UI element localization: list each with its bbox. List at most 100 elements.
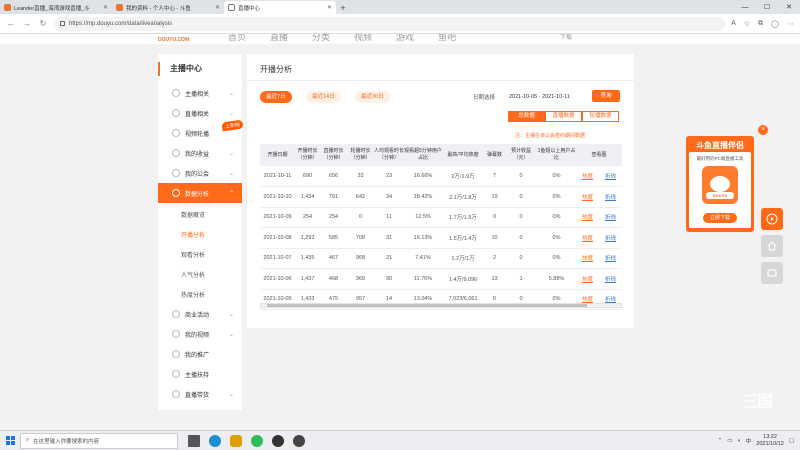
close-tab-icon[interactable]: ✕ — [103, 4, 108, 11]
tab-live-data[interactable]: 直播数据 — [545, 111, 582, 122]
notification-icon[interactable]: ▢ — [789, 438, 794, 444]
tab-total-data[interactable]: 总数据 — [508, 111, 545, 122]
play-video-icon[interactable] — [761, 208, 783, 230]
table-cell: 12.5% — [404, 207, 442, 228]
heat-chart-link[interactable]: 热度 — [576, 186, 599, 208]
sidebar-item-guild[interactable]: 我的公会 ⌄ — [158, 163, 242, 183]
profile-icon[interactable]: ◯ — [771, 20, 779, 28]
table-cell: 0% — [537, 248, 576, 269]
new-tab-button[interactable]: + — [336, 1, 350, 14]
sidebar-item-income[interactable]: 我的收益 ⌄ — [158, 143, 242, 163]
browser-tab[interactable]: 我的资料 - 个人中心 - 斗鱼 ✕ — [112, 1, 224, 14]
sidebar-item-promotion[interactable]: 我的推广 — [158, 344, 242, 364]
range-30-days-button[interactable]: 最近30日 — [355, 91, 390, 103]
column-header: 轮播时长（分钟） — [347, 144, 374, 166]
heat-chart-link[interactable]: 热度 — [576, 166, 599, 187]
home-icon[interactable] — [761, 235, 783, 257]
table-cell: 2.1万/1.8万 — [442, 186, 484, 208]
nav-item[interactable]: 视频 — [354, 34, 372, 43]
volume-icon[interactable]: ◖ — [737, 438, 740, 444]
promo-body: 最好用的PC端直播工具 DOUYU 立即下载 — [689, 152, 751, 228]
promo-close-button[interactable]: × — [758, 125, 768, 135]
table-cell: 33 — [347, 166, 374, 187]
feedback-icon[interactable] — [761, 262, 783, 284]
range-7-days-button[interactable]: 最近7日 — [260, 91, 292, 103]
horizontal-scrollbar[interactable] — [260, 303, 622, 308]
table-cell: 0% — [537, 207, 576, 228]
file-explorer-icon[interactable] — [230, 434, 242, 447]
sidebar-item-my-videos[interactable]: 我的视频 ⌄ — [158, 324, 242, 344]
line-chart-link[interactable]: 折线 — [599, 166, 623, 187]
line-chart-link[interactable]: 折线 — [599, 186, 623, 208]
nav-item[interactable]: 直播 — [270, 34, 288, 43]
tray-chevron-icon[interactable]: ⌃ — [718, 438, 723, 444]
chevron-down-icon: ⌄ — [228, 170, 234, 177]
range-14-days-button[interactable]: 最近14日 — [306, 91, 341, 103]
nav-item[interactable]: 游戏 — [396, 34, 414, 43]
minimize-button[interactable]: — — [734, 0, 756, 14]
line-chart-link[interactable]: 折线 — [599, 227, 623, 249]
query-button[interactable]: 查询 — [592, 90, 620, 102]
spotify-icon[interactable] — [251, 434, 263, 447]
heat-chart-link[interactable]: 热度 — [576, 207, 599, 228]
sidebar-subitem-overview[interactable]: 数据概览 — [158, 204, 242, 224]
sidebar-item-business[interactable]: 商业活动 ⌄ — [158, 304, 242, 324]
reload-icon[interactable]: ↻ — [38, 19, 48, 28]
close-tab-icon[interactable]: ✕ — [327, 4, 332, 11]
more-menu-icon[interactable]: ⋯ — [787, 20, 794, 28]
forward-icon[interactable]: → — [22, 19, 32, 28]
nav-item[interactable]: 鱼吧 — [438, 34, 456, 43]
sidebar-subitem-heat-analysis[interactable]: 热度分析 — [158, 284, 242, 304]
sidebar-item-anchor[interactable]: 主播相关 ⌄ — [158, 83, 242, 103]
table-cell: 2021-10-07 — [260, 248, 295, 269]
task-view-icon[interactable] — [188, 434, 200, 447]
table-cell: 708 — [347, 227, 374, 249]
clock[interactable]: 13:22 2021/10/12 — [756, 434, 784, 448]
collections-icon[interactable]: ⧉ — [758, 20, 763, 28]
table-cell: 18.42% — [404, 186, 442, 208]
date-range-input[interactable]: 2021-10-05 - 2021-10-11 — [509, 92, 570, 102]
live-companion-promo[interactable]: 斗鱼直播伴侣 最好用的PC端直播工具 DOUYU 立即下载 — [686, 136, 754, 232]
nav-item[interactable]: 分类 — [312, 34, 330, 43]
address-bar[interactable]: https://mp.douyu.com/data/liveanalysis — [54, 16, 726, 31]
back-icon[interactable]: ← — [6, 19, 16, 28]
sidebar-item-support[interactable]: 主播扶持 — [158, 364, 242, 384]
line-chart-link[interactable]: 折线 — [599, 248, 623, 269]
taskbar-search-input[interactable]: ⌕ 在这里输入你要搜索的内容 — [20, 432, 178, 449]
browser-tab[interactable]: Leander直播_海湾游戏直播_斗 ✕ — [0, 1, 112, 14]
scrollbar-thumb[interactable] — [267, 304, 587, 307]
wallet-icon — [172, 149, 180, 157]
promo-download-button[interactable]: 立即下载 — [703, 213, 737, 223]
close-tab-icon[interactable]: ✕ — [215, 4, 220, 11]
heat-chart-link[interactable]: 热度 — [576, 268, 599, 290]
heat-chart-link[interactable]: 热度 — [576, 227, 599, 249]
obs-icon[interactable] — [272, 434, 284, 447]
sidebar-item-live-commerce[interactable]: 直播带货 ⌄ — [158, 384, 242, 404]
table-cell: 254 — [320, 207, 347, 228]
sidebar-subitem-viewing-analysis[interactable]: 观看分析 — [158, 244, 242, 264]
sidebar-subitem-stream-analysis[interactable]: 开播分析 — [158, 224, 242, 244]
network-icon[interactable]: ▭ — [727, 438, 732, 444]
line-chart-link[interactable]: 折线 — [599, 268, 623, 290]
mic-icon — [172, 89, 180, 97]
sidebar-item-data-analysis[interactable]: 数据分析 ⌃ — [158, 183, 242, 203]
column-header: 弹幕数 — [484, 144, 505, 166]
download-link[interactable]: 下载 — [560, 34, 572, 41]
business-icon — [172, 310, 180, 318]
tab-carousel-data[interactable]: 轮播数据 — [582, 111, 619, 122]
browser-tab-active[interactable]: 直播中心 ✕ — [224, 1, 336, 14]
heat-chart-link[interactable]: 热度 — [576, 248, 599, 269]
sidebar-subitem-popularity-analysis[interactable]: 人气分析 — [158, 264, 242, 284]
read-aloud-icon[interactable]: A — [731, 20, 736, 28]
windows-start-icon[interactable] — [0, 431, 20, 450]
douyu-logo[interactable]: DOUYU.COM — [158, 34, 198, 44]
maximize-button[interactable]: ☐ — [756, 0, 778, 14]
nav-item[interactable]: 首页 — [228, 34, 246, 43]
input-method-icon[interactable]: 中 — [746, 437, 752, 445]
close-window-button[interactable]: ✕ — [778, 0, 800, 14]
app-icon[interactable] — [293, 434, 305, 447]
line-chart-link[interactable]: 折线 — [599, 207, 623, 228]
edge-browser-icon[interactable] — [209, 434, 221, 447]
sidebar-item-live[interactable]: 直播相关 ⌄ — [158, 103, 242, 123]
favorite-star-icon[interactable]: ☆ — [744, 20, 750, 28]
